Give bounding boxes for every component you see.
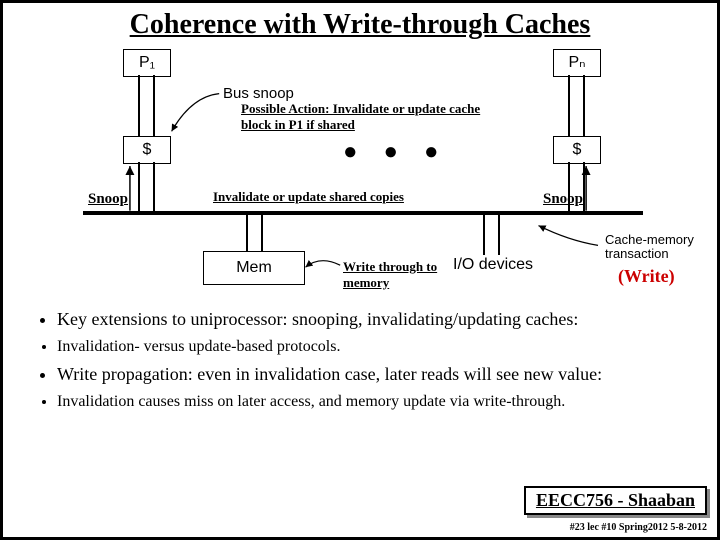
link-cache1-busb bbox=[153, 162, 155, 212]
cache-1-box: $ bbox=[123, 136, 171, 164]
bullet-section: Key extensions to uniprocessor: snooping… bbox=[3, 301, 717, 411]
bullet-2: Write propagation: even in invalidation … bbox=[57, 364, 687, 385]
processor-n-box: Pₙ bbox=[553, 49, 601, 77]
link-mem-busb bbox=[261, 215, 263, 251]
link-cachen-bus bbox=[568, 162, 570, 212]
link-p1-cache1b bbox=[153, 75, 155, 136]
link-p1-cache1 bbox=[138, 75, 140, 136]
bullet-1a: Invalidation- versus update-based protoc… bbox=[57, 338, 687, 356]
slide: Coherence with Write-through Caches P₁ P… bbox=[0, 0, 720, 540]
link-mem-bus bbox=[246, 215, 248, 251]
link-cachen-busb bbox=[583, 162, 585, 212]
snoop-label-1: Snoop bbox=[88, 191, 128, 208]
link-io-bus bbox=[483, 215, 485, 255]
cache-n-box: $ bbox=[553, 136, 601, 164]
write-through-annot: Write through to memory bbox=[343, 259, 453, 290]
bus-snoop-label: Bus snoop bbox=[223, 85, 294, 102]
diagram-area: P₁ Pₙ $ $ Mem I/O devices ● ● ● Bus snoo… bbox=[3, 41, 717, 301]
slide-title: Coherence with Write-through Caches bbox=[3, 9, 717, 41]
link-io-busb bbox=[498, 215, 500, 255]
bus-bar bbox=[83, 211, 643, 215]
processor-1-box: P₁ bbox=[123, 49, 171, 77]
io-devices-label: I/O devices bbox=[453, 256, 533, 274]
bullet-2a: Invalidation causes miss on later access… bbox=[57, 393, 687, 411]
footer-meta: #23 lec #10 Spring2012 5-8-2012 bbox=[570, 522, 707, 533]
footer-course-box: EECC756 - Shaaban bbox=[524, 486, 707, 515]
link-pn-cachen bbox=[568, 75, 570, 136]
write-annotation: (Write) bbox=[618, 266, 675, 287]
invalidate-shared-annot: Invalidate or update shared copies bbox=[213, 189, 443, 205]
cache-memory-transaction-label: Cache-memory transaction bbox=[605, 233, 717, 262]
link-cache1-bus bbox=[138, 162, 140, 212]
memory-box: Mem bbox=[203, 251, 305, 285]
possible-action-annot: Possible Action: Invalidate or update ca… bbox=[241, 101, 491, 132]
snoop-label-2: Snoop bbox=[543, 191, 583, 208]
bullet-1: Key extensions to uniprocessor: snooping… bbox=[57, 309, 687, 330]
ellipsis-dots: ● ● ● bbox=[343, 139, 449, 166]
link-pn-cachenb bbox=[583, 75, 585, 136]
